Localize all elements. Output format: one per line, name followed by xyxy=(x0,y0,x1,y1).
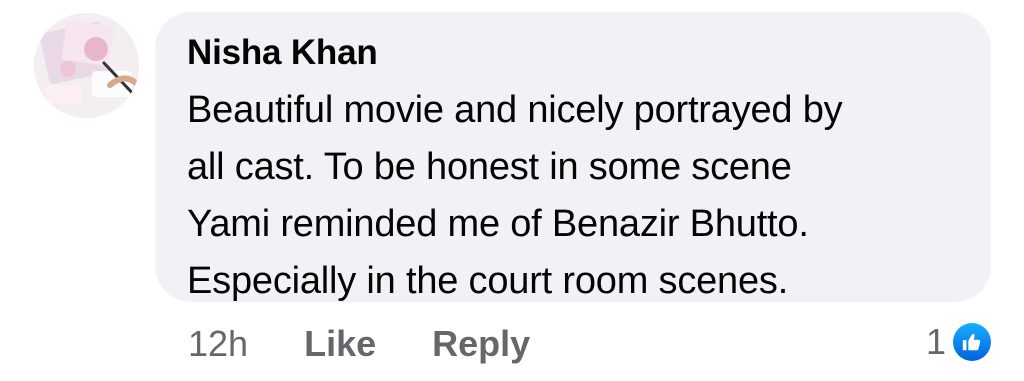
profile-photo-icon xyxy=(34,13,139,118)
like-button[interactable]: Like xyxy=(304,323,376,365)
like-thumb-icon xyxy=(950,320,994,364)
reaction-count: 1 xyxy=(925,321,946,362)
avatar[interactable] xyxy=(34,13,139,118)
reply-button[interactable]: Reply xyxy=(432,323,530,365)
comment-line: Beautiful movie and nicely portrayed by xyxy=(187,89,843,131)
comment-author[interactable]: Nisha Khan xyxy=(187,32,961,74)
comment-bubble: Nisha Khan Beautiful movie and nicely po… xyxy=(155,12,991,302)
reaction-summary[interactable]: 1 xyxy=(926,318,994,366)
comment-timestamp[interactable]: 12h xyxy=(188,323,248,365)
comment-line: Yami reminded me of Benazir Bhutto. xyxy=(187,203,809,245)
comment-actions: 12h Like Reply xyxy=(188,322,530,366)
comment-line: all cast. To be honest in some scene xyxy=(187,146,792,188)
comment-text: Beautiful movie and nicely portrayed by … xyxy=(187,82,961,310)
comment-line: Especially in the court room scenes. xyxy=(187,260,789,302)
